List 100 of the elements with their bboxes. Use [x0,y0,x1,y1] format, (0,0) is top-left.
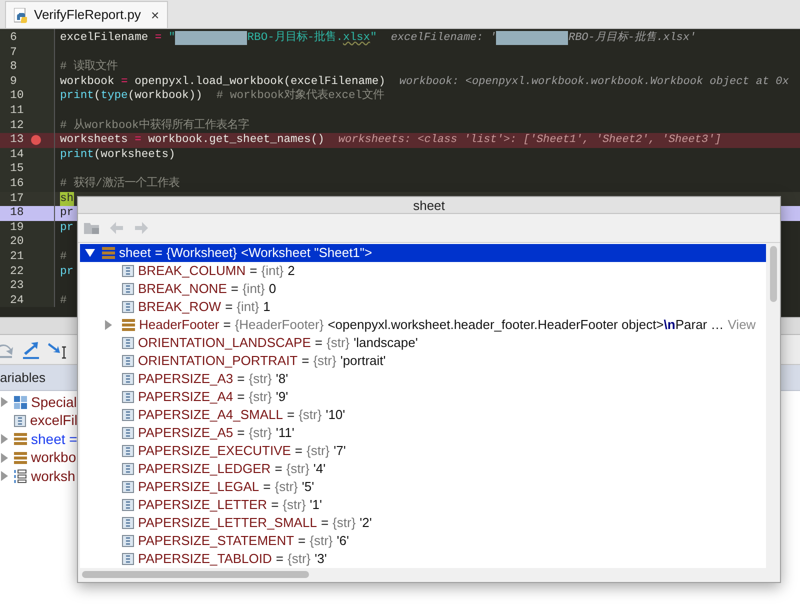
type-label: {HeaderFooter} [234,316,324,334]
line-number: 11 [9,104,25,119]
line-number: 10 [9,89,25,104]
builtin-name: pr [60,220,74,236]
line-number: 12 [9,118,25,134]
equals-sign: = [314,334,322,352]
type-label: {str} [326,334,350,352]
equals-sign: = [263,478,271,496]
line-number: 9 [9,74,18,90]
line-number: 14 [9,148,25,162]
inline-value-hint: excelFilename: ' [390,31,496,46]
equals-sign: = [294,442,303,460]
type-label: {str} [332,514,356,532]
back-arrow-icon[interactable] [110,222,124,234]
variable-name[interactable]: workbo [31,447,76,468]
object-icon [14,452,27,464]
step-into-cursor-icon[interactable] [48,340,68,358]
vertical-scrollbar[interactable] [770,246,776,302]
variable-name: sheet [119,244,151,262]
folder-icon[interactable] [84,221,100,235]
field-icon [122,535,134,547]
collapsed-arrow-icon[interactable] [1,471,8,482]
value-text: '8' [276,370,288,388]
value-text: 'portrait' [340,352,386,370]
type-label: {int} [261,262,284,280]
variable-name[interactable]: excelFil [30,410,78,432]
code-text: pr [60,206,74,221]
view-link[interactable]: View [728,316,756,334]
field-icon [122,301,134,313]
equals-sign: = [225,298,233,316]
equals-sign: = [237,388,245,406]
code-text: excelFilename [60,31,150,46]
operator: = [121,74,128,90]
object-icon [102,247,115,259]
expanded-arrow-icon[interactable] [85,249,95,257]
variable-name: PAPERSIZE_A5 [138,424,234,442]
line-number: 21 [9,250,25,264]
inline-value-hint: worksheets: <class 'list'>: ['Sheet1', 'Sheet2', 'Sheet3'] [338,133,722,148]
equals-sign: = [230,280,238,298]
forward-arrow-icon[interactable] [134,222,148,234]
string-literal: RBO-月目标-批售. [247,31,343,46]
value-text: '11' [276,424,294,442]
field-icon [122,499,134,511]
value-text: '10' [326,406,346,424]
operator: = [154,31,162,46]
equals-sign: = [274,460,282,478]
field-icon [122,283,134,295]
variable-name: PAPERSIZE_EXECUTIVE [138,442,291,460]
field-icon [122,373,134,385]
line-number: 20 [9,235,25,250]
code-text: ( [94,89,101,104]
variable-name[interactable]: sheet = [31,428,78,450]
code-text: openpyxl.load_workbook(excelFilename) [134,74,386,88]
line-number: 7 [9,46,18,60]
value-text: 'landscape' [354,334,418,352]
collapsed-arrow-icon[interactable] [105,320,112,330]
value-text: 2 [288,262,295,280]
close-button[interactable]: × [150,4,160,26]
variable-name: BREAK_ROW [138,298,222,316]
step-over-icon[interactable] [0,342,14,358]
type-label: {str} [286,460,310,478]
equals-sign: = [302,352,310,370]
type-label: {str} [248,370,272,388]
horizontal-scrollbar[interactable] [82,570,309,578]
variable-name[interactable]: Special [31,392,77,413]
equals-sign: = [250,262,258,280]
variable-name[interactable]: worksh [31,466,76,487]
line-number: 6 [9,31,18,46]
field-icon [122,481,134,493]
field-icon [122,463,134,475]
editor-tab[interactable]: VerifyFleReport.py × [5,1,168,28]
collapsed-arrow-icon[interactable] [1,434,8,444]
line-number: 16 [9,176,25,192]
variable-name: PAPERSIZE_LEGAL [138,478,260,496]
equals-sign: = [276,550,284,568]
field-icon [122,265,134,277]
equals-sign: = [223,316,231,334]
collapsed-arrow-icon[interactable] [1,452,8,463]
builtin-name: type [100,89,128,104]
variable-name: PAPERSIZE_A3 [138,370,234,388]
variable-name: BREAK_NONE [138,280,227,298]
special-variables-icon [14,396,27,409]
value-text: '6' [336,532,349,550]
value-text: '4' [313,460,326,478]
variable-name: BREAK_COLUMN [138,262,246,280]
collapsed-arrow-icon[interactable] [1,397,8,408]
equals-sign: = [154,244,162,262]
selected-row[interactable]: sheet = {Worksheet} <Worksheet "Sheet1"> [80,244,766,262]
code-comment: # 从workbook中获得所有工作表名字 [60,118,249,134]
value-text: '7' [334,442,346,460]
line-number: 22 [9,264,25,280]
string-literal: " [370,31,377,46]
highlighted-text: sh [60,192,74,206]
step-into-icon[interactable] [22,340,40,358]
value-text: '3' [314,550,327,568]
breakpoint-icon[interactable] [31,135,41,146]
variable-name: PAPERSIZE_LETTER [138,496,268,514]
type-label: {str} [306,442,330,460]
type-label: {str} [288,550,311,568]
field-icon [122,553,134,565]
